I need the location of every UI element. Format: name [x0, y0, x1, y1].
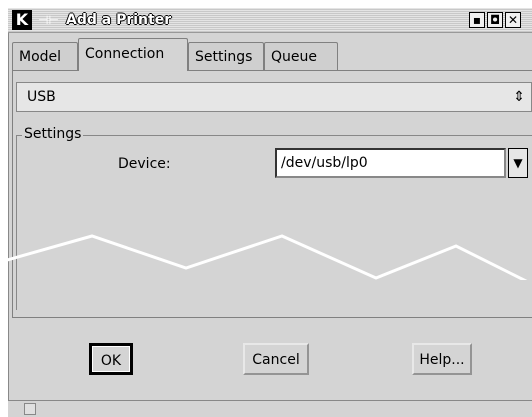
tab-connection[interactable]: Connection — [78, 38, 188, 71]
close-icon[interactable]: ✕ — [505, 12, 521, 28]
device-dropdown-icon[interactable]: ▼ — [508, 148, 528, 178]
title-bar[interactable]: K ⊣⊢ Add a Printer ▪ ◘ ✕ — [8, 8, 532, 33]
cancel-button[interactable]: Cancel — [243, 343, 309, 375]
connection-type-value: USB — [27, 89, 56, 105]
connection-type-select[interactable]: USB ⇕ — [16, 82, 532, 112]
tab-settings[interactable]: Settings — [188, 42, 264, 70]
status-bar — [8, 400, 532, 417]
device-input[interactable]: /dev/usb/lp0 — [275, 148, 506, 178]
zigzag-decoration — [0, 234, 528, 280]
k-app-icon[interactable]: K — [12, 10, 32, 30]
window-title: Add a Printer — [66, 12, 172, 28]
tab-queue[interactable]: Queue — [264, 42, 338, 70]
settings-group-title: Settings — [22, 126, 84, 142]
tab-model[interactable]: Model — [12, 42, 78, 70]
maximize-icon[interactable]: ◘ — [487, 12, 503, 28]
minimize-icon[interactable]: ▪ — [469, 12, 485, 28]
resize-grip-icon[interactable] — [24, 403, 36, 415]
device-label: Device: — [118, 156, 171, 172]
help-button[interactable]: Help... — [412, 343, 472, 375]
updown-arrows-icon: ⇕ — [513, 89, 525, 105]
pin-icon[interactable]: ⊣⊢ — [38, 11, 60, 29]
ok-button[interactable]: OK — [89, 343, 133, 375]
